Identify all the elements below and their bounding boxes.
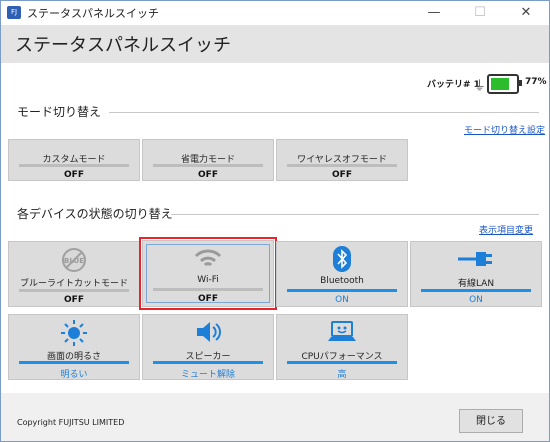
copyright-text: Copyright FUJITSU LIMITED [17, 418, 125, 427]
tile-status-bar [153, 164, 263, 167]
device-tile-brightness[interactable]: 画面の明るさ 明るい [8, 314, 140, 380]
device-tile-blue-light-cut[interactable]: BLUE ブルーライトカットモード OFF [8, 241, 140, 307]
tile-status-bar [19, 361, 129, 364]
battery-percent: 77% [525, 77, 547, 87]
tile-value: ON [469, 295, 483, 305]
battery-icon [487, 74, 519, 94]
device-section-divider [171, 214, 539, 215]
status-panel-window: FJ ステータスパネルスイッチ — ☐ ✕ ステータスパネルスイッチ バッテリ#… [0, 0, 550, 442]
wifi-icon [193, 245, 223, 275]
tile-value: OFF [64, 170, 84, 180]
brightness-icon [60, 319, 88, 351]
device-tile-wired-lan[interactable]: 有線LAN ON [410, 241, 542, 307]
tile-label: ブルーライトカットモード [19, 279, 128, 289]
display-items-link[interactable]: 表示項目変更 [479, 223, 533, 236]
tile-value: OFF [198, 170, 218, 180]
bluetooth-icon [332, 245, 352, 277]
tile-value: 高 [337, 370, 347, 380]
tile-value: 明るい [60, 370, 88, 380]
mode-tile-power-saving[interactable]: 省電力モード OFF [142, 139, 274, 181]
device-section-title: 各デバイスの状態の切り替え [17, 207, 173, 221]
mode-tile-custom[interactable]: カスタムモード OFF [8, 139, 140, 181]
close-button[interactable]: 閉じる [459, 409, 523, 433]
battery-nub [519, 80, 522, 86]
maximize-button[interactable]: ☐ [457, 1, 503, 25]
tile-status-bar [287, 164, 397, 167]
tile-label: 有線LAN [457, 279, 495, 289]
battery-level-fill [491, 78, 510, 90]
tile-status-bar [287, 289, 397, 292]
lan-icon [456, 249, 496, 273]
tile-label: Bluetooth [320, 276, 364, 286]
cpu-performance-icon [326, 320, 358, 348]
battery-label: バッテリ# 1 [427, 80, 480, 90]
page-title: ステータスパネルスイッチ [15, 35, 231, 56]
title-bar: FJ ステータスパネルスイッチ — ☐ ✕ [1, 1, 549, 25]
device-tile-speaker[interactable]: スピーカー ミュート解除 [142, 314, 274, 380]
tile-value: ミュート解除 [180, 370, 235, 380]
device-tile-cpu-performance[interactable]: CPUパフォーマンス 高 [276, 314, 408, 380]
close-window-button[interactable]: ✕ [503, 1, 549, 25]
device-tile-bluetooth[interactable]: Bluetooth ON [276, 241, 408, 307]
speaker-icon [194, 320, 222, 348]
tile-value: OFF [198, 294, 218, 304]
mode-section-divider [109, 112, 539, 113]
tile-status-bar [19, 164, 129, 167]
tile-value: OFF [64, 295, 84, 305]
blue-light-icon: BLUE [60, 246, 88, 278]
app-icon: FJ [7, 6, 21, 19]
mode-tile-wireless-off[interactable]: ワイヤレスオフモード OFF [276, 139, 408, 181]
plug-icon: ⏚ [473, 79, 487, 94]
tile-status-bar [421, 289, 531, 292]
tile-status-bar [19, 289, 129, 292]
tile-value: ON [335, 295, 349, 305]
tile-value: OFF [332, 170, 352, 180]
footer: Copyright FUJITSU LIMITED 閉じる [1, 393, 549, 441]
minimize-button[interactable]: — [411, 1, 457, 25]
tile-label: Wi-Fi [197, 275, 219, 285]
tile-status-bar [153, 288, 263, 291]
mode-settings-link[interactable]: モード切り替え設定 [464, 123, 545, 136]
header: ステータスパネルスイッチ [1, 25, 549, 63]
device-tile-wifi[interactable]: Wi-Fi OFF [139, 237, 277, 310]
window-title: ステータスパネルスイッチ [27, 7, 159, 20]
mode-section-title: モード切り替え [17, 105, 102, 119]
tile-status-bar [153, 361, 263, 364]
tile-status-bar [287, 361, 397, 364]
